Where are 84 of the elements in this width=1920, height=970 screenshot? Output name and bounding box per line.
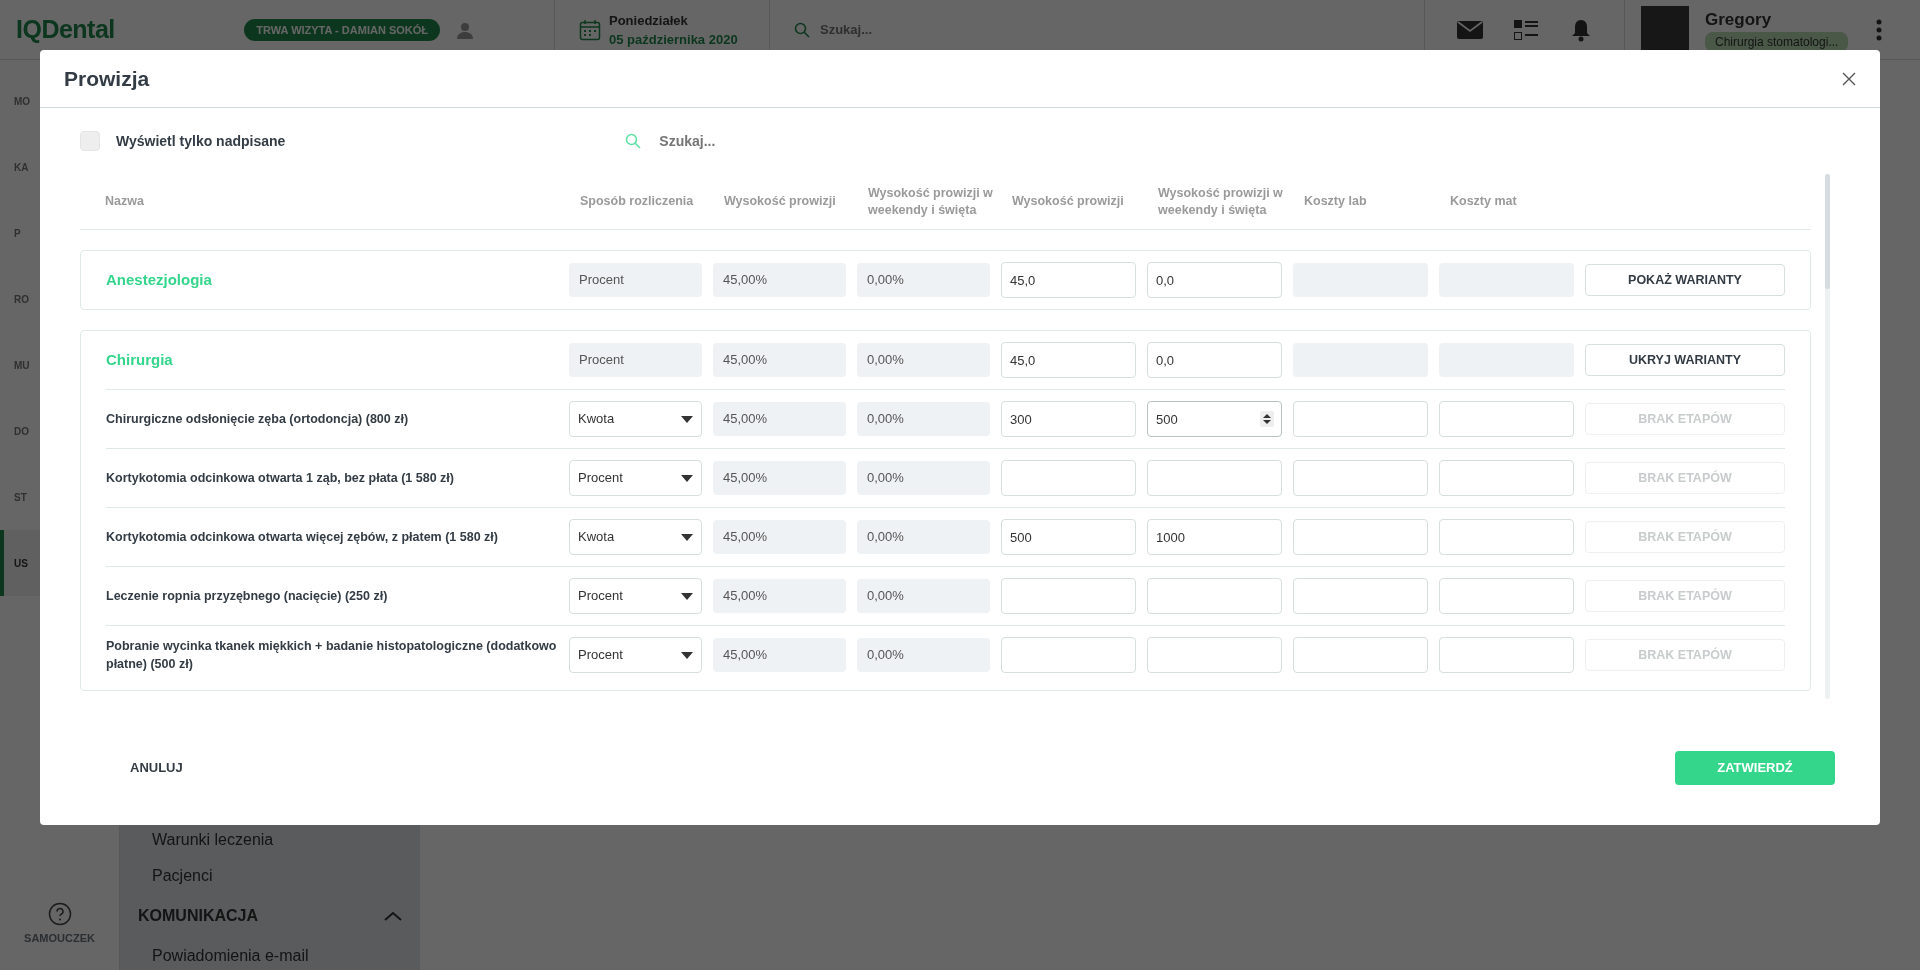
billing-select[interactable]: Procent bbox=[569, 263, 702, 297]
column-header: Wysokość prowizji w weekendy i święta bbox=[868, 185, 994, 218]
close-icon[interactable] bbox=[1842, 71, 1856, 86]
commission-value: 45,00% bbox=[713, 343, 846, 377]
search-icon bbox=[625, 133, 642, 149]
weekend-commission-value: 0,00% bbox=[857, 402, 990, 436]
weekend-commission-value: 0,00% bbox=[857, 343, 990, 377]
search-icon bbox=[794, 22, 810, 38]
dialog-title: Prowizja bbox=[64, 65, 150, 92]
commission-input[interactable]: 45,0 bbox=[1001, 262, 1136, 298]
column-header: Wysokość prowizji bbox=[724, 193, 837, 210]
variants-toggle-button[interactable]: UKRYJ WARIANTY bbox=[1585, 344, 1785, 376]
caret-icon bbox=[681, 474, 693, 482]
cancel-button[interactable]: ANULUJ bbox=[130, 751, 183, 784]
app-logo[interactable]: IQDental bbox=[16, 11, 115, 49]
material-cost-input[interactable] bbox=[1439, 637, 1574, 673]
role-badge[interactable]: Chirurgia stomatologi... bbox=[1705, 32, 1849, 53]
material-cost-input[interactable] bbox=[1439, 401, 1574, 437]
column-header: Wysokość prowizji w weekendy i święta bbox=[1158, 185, 1284, 218]
column-header: Nazwa bbox=[105, 193, 145, 210]
commission-value: 45,00% bbox=[713, 402, 846, 436]
user-name[interactable]: Gregory bbox=[1705, 6, 1849, 33]
caret-icon bbox=[681, 415, 693, 423]
group-name: Anestezjologia bbox=[106, 269, 213, 290]
column-header: Wysokość prowizji bbox=[1012, 193, 1125, 210]
commission-input[interactable] bbox=[1001, 637, 1136, 673]
caret-icon bbox=[681, 592, 693, 600]
kebab-menu-icon[interactable] bbox=[1876, 18, 1883, 41]
calendar-icon bbox=[579, 19, 601, 41]
date-label[interactable]: 05 października 2020 bbox=[609, 30, 738, 50]
caret-icon bbox=[681, 533, 693, 541]
submenu-section-toggle[interactable]: KOMUNIKACJA bbox=[120, 894, 420, 938]
commission-input[interactable] bbox=[1001, 460, 1136, 496]
variant-name: Leczenie ropnia przyzębnego (nacięcie) (250 zł) bbox=[106, 587, 389, 605]
group-name: Chirurgia bbox=[106, 349, 174, 370]
column-header: Koszty lab bbox=[1304, 193, 1368, 210]
commission-value: 45,00% bbox=[713, 520, 846, 554]
weekend-commission-value: 0,00% bbox=[857, 461, 990, 495]
commission-value: 45,00% bbox=[713, 579, 846, 613]
material-cost-input[interactable] bbox=[1439, 460, 1574, 496]
variant-name: Kortykotomia odcinkowa otwarta więcej zębów, z płatem (1 580 zł) bbox=[106, 528, 499, 546]
weekend-commission-input[interactable]: 0,0 bbox=[1147, 262, 1282, 298]
help-icon[interactable] bbox=[47, 901, 72, 926]
confirm-button[interactable]: ZATWIERDŹ bbox=[1675, 750, 1835, 785]
submenu-item[interactable]: Warunki leczenia bbox=[120, 822, 420, 858]
lab-cost-input[interactable] bbox=[1293, 637, 1428, 673]
visit-status-badge[interactable]: TRWA WIZYTA - DAMIAN SOKÓŁ bbox=[244, 18, 440, 42]
billing-select[interactable]: Procent bbox=[569, 343, 702, 377]
submenu-item[interactable]: Pacjenci bbox=[120, 858, 420, 894]
submenu-item[interactable]: Powiadomienia e-mail bbox=[120, 938, 420, 970]
lab-cost-input[interactable] bbox=[1293, 460, 1428, 496]
lab-cost-input[interactable] bbox=[1293, 401, 1428, 437]
commission-value: 45,00% bbox=[713, 461, 846, 495]
weekend-commission-value: 0,00% bbox=[857, 638, 990, 672]
weekend-commission-value: 0,00% bbox=[857, 520, 990, 554]
help-label[interactable]: SAMOUCZEK bbox=[24, 929, 95, 946]
variant-name: Kortykotomia odcinkowa otwarta 1 ząb, bez płata (1 580 zł) bbox=[106, 469, 455, 487]
checkbox[interactable] bbox=[80, 131, 100, 151]
column-header: Koszty mat bbox=[1450, 193, 1518, 210]
variants-toggle-button[interactable]: POKAŻ WARIANTY bbox=[1585, 264, 1785, 296]
commission-value: 45,00% bbox=[713, 638, 846, 672]
weekend-commission-input[interactable]: 0,0 bbox=[1147, 342, 1282, 378]
material-cost-input[interactable] bbox=[1439, 519, 1574, 555]
variant-name: Chirurgiczne odsłonięcie zęba (ortodoncja) (800 zł) bbox=[106, 410, 410, 428]
section-label: KOMUNIKACJA bbox=[138, 906, 258, 926]
caret-icon bbox=[681, 651, 693, 659]
variant-name: Pobranie wycinka tkanek miękkich + badanie histopatologiczne (dodatkowo płatne) (500 zł) bbox=[106, 637, 558, 673]
lab-cost-input[interactable] bbox=[1293, 578, 1428, 614]
person-icon[interactable] bbox=[456, 21, 474, 39]
spinner-icon[interactable] bbox=[1260, 411, 1274, 427]
material-cost-input[interactable] bbox=[1439, 578, 1574, 614]
weekend-commission-value: 0,00% bbox=[857, 579, 990, 613]
column-header: Sposób rozliczenia bbox=[580, 193, 695, 210]
lab-cost-input[interactable] bbox=[1293, 519, 1428, 555]
commission-value: 45,00% bbox=[713, 263, 846, 297]
list-icon[interactable] bbox=[1514, 19, 1539, 41]
bell-icon[interactable] bbox=[1570, 18, 1593, 42]
weekend-commission-value: 0,00% bbox=[857, 263, 990, 297]
mail-icon[interactable] bbox=[1456, 20, 1483, 40]
scrollbar-thumb[interactable] bbox=[1825, 174, 1830, 289]
checkbox-label: Wyświetl tylko nadpisane bbox=[116, 131, 286, 151]
commission-input[interactable]: 45,0 bbox=[1001, 342, 1136, 378]
weekday-label: Poniedziałek bbox=[609, 11, 689, 30]
commission-input[interactable] bbox=[1001, 578, 1136, 614]
